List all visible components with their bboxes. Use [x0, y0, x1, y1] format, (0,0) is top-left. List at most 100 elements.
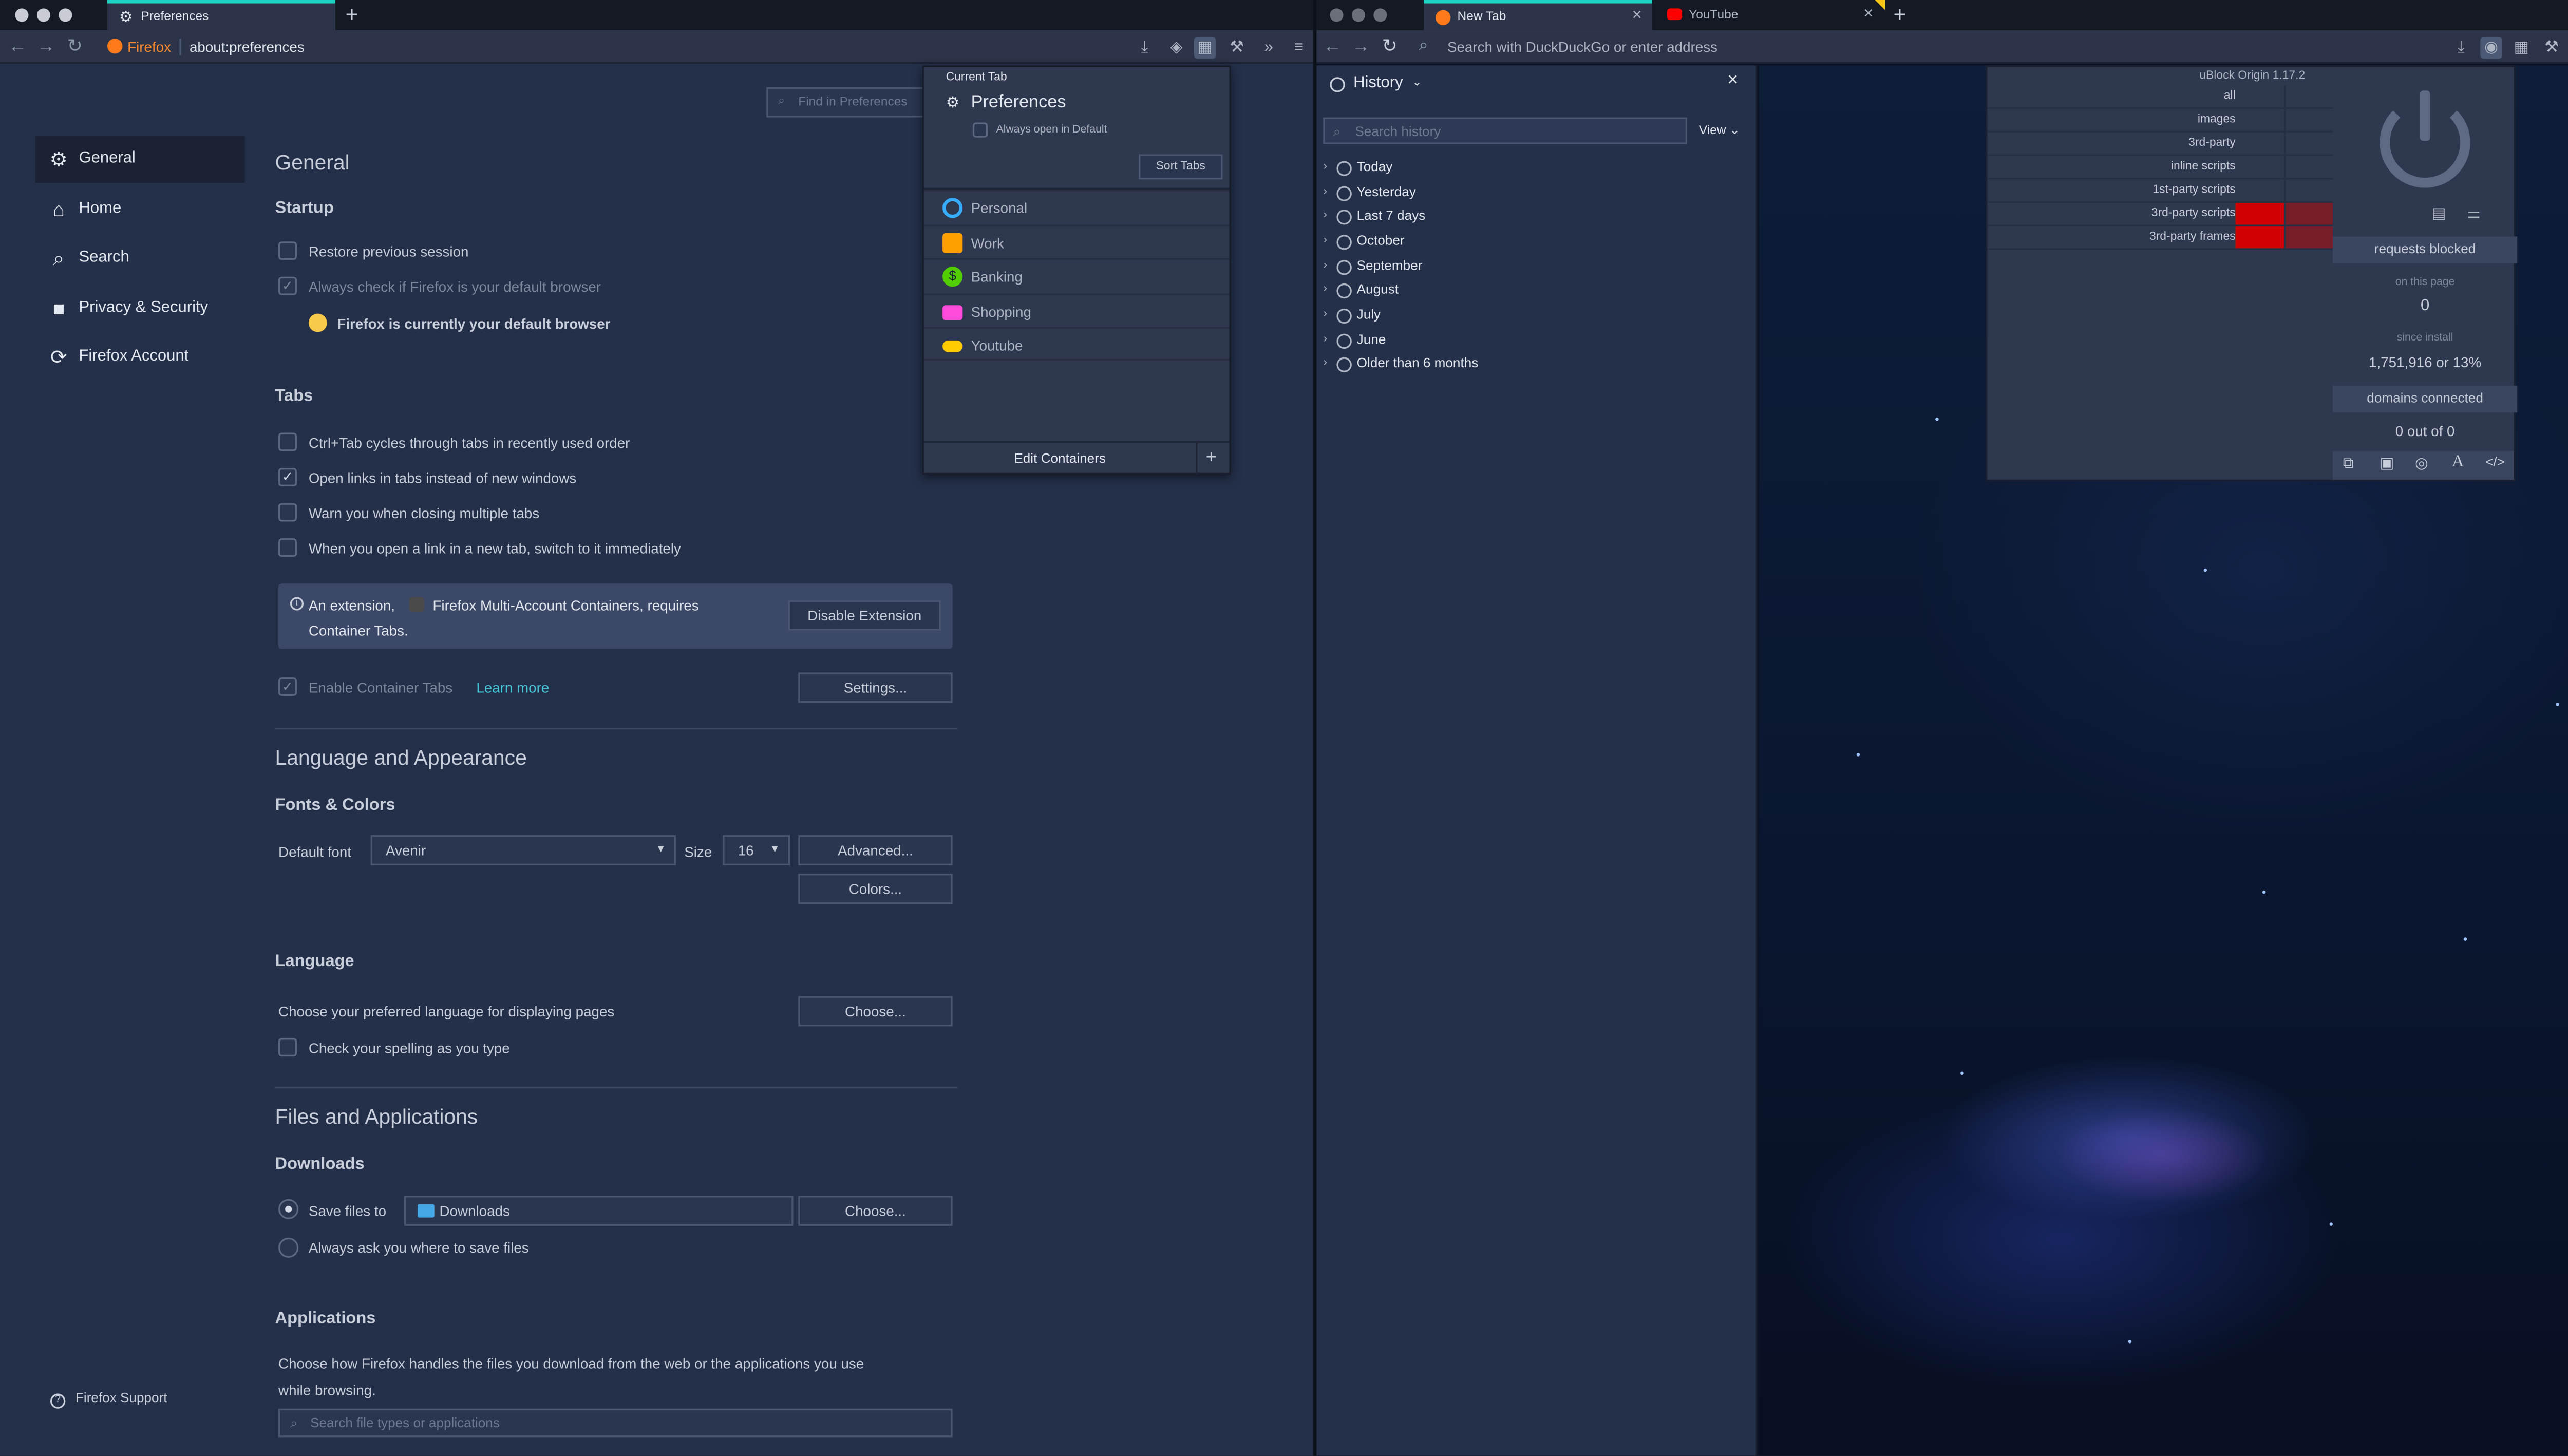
reload-icon[interactable]: ↻ — [67, 35, 83, 59]
always-open-checkbox[interactable] — [972, 122, 988, 138]
find-in-preferences-input[interactable]: ⌕ Find in Preferences — [766, 87, 934, 118]
ublock-global-cell[interactable] — [2235, 226, 2284, 249]
forward-icon[interactable]: → — [37, 35, 55, 59]
close-icon[interactable]: × — [1632, 4, 1642, 30]
add-container-button[interactable]: + — [1206, 448, 1217, 468]
container-personal[interactable]: Personal — [924, 189, 1230, 223]
containers-icon[interactable]: ▦ — [1194, 36, 1216, 59]
download-icon[interactable]: ⤓ — [2450, 37, 2472, 59]
close-window-button[interactable] — [1330, 8, 1344, 22]
menu-icon[interactable]: ≡ — [1288, 37, 1310, 59]
new-tab-button[interactable]: + — [1894, 2, 1906, 27]
save-files-radio[interactable] — [278, 1199, 299, 1219]
history-item-today[interactable]: › Today — [1323, 158, 1392, 178]
forward-icon[interactable]: → — [1352, 35, 1370, 59]
sidebar-item-firefox-account[interactable]: ⟳ Firefox Account — [35, 334, 245, 381]
ublock-rule-row[interactable]: 1st-party scripts — [1987, 179, 2333, 203]
container-settings-button[interactable]: Settings... — [798, 672, 953, 703]
history-item-september[interactable]: › September — [1323, 257, 1422, 277]
ublock-local-cell[interactable] — [2284, 109, 2333, 131]
sidebar-item-search[interactable]: ⌕ Search — [35, 235, 245, 281]
ublock-global-cell[interactable] — [2236, 86, 2284, 107]
history-item-older[interactable]: › Older than 6 months — [1323, 354, 1478, 374]
logger-icon[interactable]: ▤ — [2432, 204, 2446, 223]
spelling-checkbox[interactable] — [278, 1038, 297, 1057]
wrench-icon[interactable]: ⚒ — [2541, 37, 2562, 59]
overflow-icon[interactable]: » — [1258, 37, 1279, 59]
choose-folder-button[interactable]: Choose... — [798, 1196, 953, 1226]
wrench-icon[interactable]: ⚒ — [1226, 37, 1248, 59]
learn-more-link[interactable]: Learn more — [476, 677, 549, 697]
ublock-global-cell[interactable] — [2236, 179, 2284, 201]
choose-language-button[interactable]: Choose... — [798, 996, 953, 1027]
sort-tabs-button[interactable]: Sort Tabs — [1139, 154, 1223, 180]
dashboard-icon[interactable]: ⚌ — [2467, 204, 2480, 223]
advanced-fonts-button[interactable]: Advanced... — [798, 835, 953, 865]
shield-icon[interactable]: ◈ — [1165, 37, 1187, 59]
reload-icon[interactable]: ↻ — [1382, 35, 1398, 59]
ublock-global-cell[interactable] — [2236, 156, 2284, 178]
font-size-select[interactable]: 16 ▼ — [723, 835, 790, 865]
font-block-icon[interactable]: A — [2452, 453, 2464, 471]
container-banking[interactable]: $ Banking — [924, 258, 1230, 292]
close-icon[interactable]: × — [1863, 0, 1873, 30]
new-tab-button[interactable]: + — [346, 2, 358, 27]
search-file-types-input[interactable]: ⌕ Search file types or applications — [278, 1408, 953, 1438]
close-icon[interactable]: × — [1727, 70, 1738, 90]
tab-preferences[interactable]: ⚙ Preferences — [107, 0, 336, 30]
history-item-last-7-days[interactable]: › Last 7 days — [1323, 206, 1425, 226]
download-folder-field[interactable]: Downloads — [404, 1196, 794, 1226]
ublock-global-cell[interactable] — [2236, 133, 2284, 154]
enable-container-checkbox[interactable]: ✓ — [278, 677, 297, 696]
firefox-support-link[interactable]: ? Firefox Support — [50, 1390, 167, 1409]
containers-icon[interactable]: ▦ — [2510, 37, 2532, 59]
ctrl-tab-checkbox[interactable] — [278, 432, 297, 451]
view-button[interactable]: View ⌄ — [1699, 121, 1740, 141]
sidebar-item-privacy[interactable]: ■ Privacy & Security — [35, 285, 245, 332]
history-title[interactable]: History — [1353, 74, 1403, 94]
warn-close-checkbox[interactable] — [278, 503, 297, 522]
back-icon[interactable]: ← — [8, 35, 27, 59]
download-icon[interactable]: ⤓ — [1134, 37, 1155, 59]
ublock-rule-row[interactable]: inline scripts — [1987, 156, 2333, 180]
default-font-select[interactable]: Avenir ▼ — [370, 835, 676, 865]
tab-youtube[interactable]: YouTube × — [1655, 0, 1883, 30]
restore-session-checkbox[interactable] — [278, 241, 297, 260]
history-item-june[interactable]: › June — [1323, 330, 1386, 350]
always-ask-radio[interactable] — [278, 1237, 299, 1258]
disable-extension-button[interactable]: Disable Extension — [788, 600, 941, 631]
history-item-yesterday[interactable]: › Yesterday — [1323, 183, 1416, 203]
ublock-rule-row[interactable]: 3rd-party frames — [1987, 226, 2333, 250]
sidebar-item-general[interactable]: ⚙ General — [35, 136, 245, 183]
ublock-rule-row[interactable]: images — [1987, 109, 2333, 133]
url-field[interactable]: Search with DuckDuckGo or enter address — [1447, 37, 1717, 57]
history-item-august[interactable]: › August — [1323, 280, 1399, 300]
popup-block-icon[interactable]: ⧉ — [2343, 455, 2354, 473]
container-youtube[interactable]: Youtube — [924, 327, 1230, 361]
edit-containers-button[interactable]: Edit Containers — [924, 449, 1196, 469]
tab-new-tab[interactable]: New Tab × — [1424, 0, 1652, 30]
minimize-window-button[interactable] — [1351, 8, 1365, 22]
container-shopping[interactable]: Shopping — [924, 293, 1230, 327]
ublock-rule-row[interactable]: 3rd-party scripts — [1987, 203, 2333, 226]
search-history-input[interactable]: ⌕ Search history — [1323, 117, 1687, 144]
back-icon[interactable]: ← — [1323, 35, 1342, 59]
history-item-october[interactable]: › October — [1323, 232, 1405, 252]
container-work[interactable]: Work — [924, 224, 1230, 258]
url-field[interactable]: about:preferences — [190, 37, 305, 57]
switch-new-tab-checkbox[interactable] — [278, 538, 297, 557]
ublock-local-cell[interactable] — [2284, 179, 2333, 201]
ublock-rule-row[interactable]: all — [1987, 85, 2333, 109]
always-check-checkbox[interactable]: ✓ — [278, 276, 297, 295]
ublock-local-cell[interactable] — [2284, 203, 2333, 225]
ublock-local-cell[interactable] — [2284, 85, 2333, 107]
ublock-global-cell[interactable] — [2236, 109, 2284, 130]
ublock-local-cell[interactable] — [2284, 226, 2333, 249]
close-window-button[interactable] — [15, 8, 29, 22]
zoom-window-button[interactable] — [59, 8, 72, 22]
script-block-icon[interactable]: </> — [2485, 455, 2505, 469]
ublock-local-cell[interactable] — [2284, 132, 2333, 155]
zoom-window-button[interactable] — [1373, 8, 1387, 22]
ublock-icon[interactable]: ◉ — [2480, 36, 2502, 59]
open-links-checkbox[interactable]: ✓ — [278, 468, 297, 486]
